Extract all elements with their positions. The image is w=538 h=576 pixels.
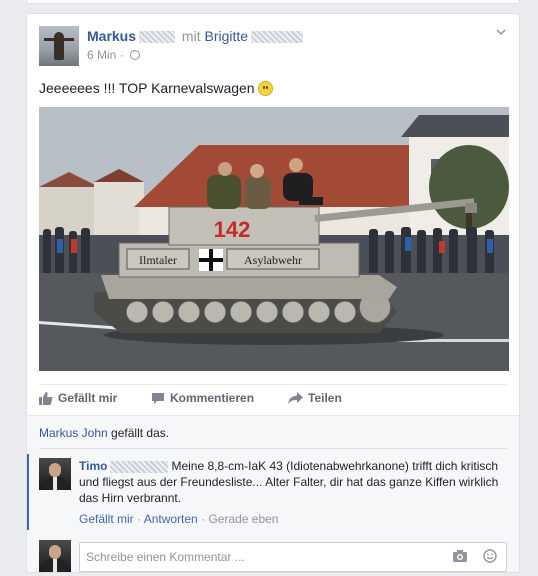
author-name[interactable]: Markus [87,28,136,44]
post-message: Jeeeeees !!! TOP Karnevalswagen [39,80,255,96]
post-text: Jeeeeees !!! TOP Karnevalswagen [39,80,273,97]
share-label: Teilen [308,391,342,405]
comment-like-link[interactable]: Gefällt mir [79,512,134,526]
comment-label: Kommentieren [170,391,255,405]
comment-input[interactable] [79,542,507,572]
comment-item: Timo Meine 8,8-cm-IaK 43 (Idiotenabwehrka… [27,454,507,530]
thumbs-up-icon [39,392,53,406]
avatar-shirt [53,559,57,572]
camera-icon[interactable] [453,550,467,562]
tank-float-photo: Ilmtaler Asylabwehr 142 [39,107,509,371]
post-card: Markus mit Brigitte 6 Min · Jeeeeees !!!… [26,13,520,573]
link-separator-1: · [137,512,142,526]
avatar-face [49,545,61,559]
likes-divider [39,448,507,449]
smiley-emoji [257,80,273,96]
likes-summary: Markus John gefällt das. [39,426,169,440]
link-separator-2: · [201,512,206,526]
comment-icon [152,393,164,405]
current-user-avatar [39,540,71,572]
turret-number: 142 [214,217,251,242]
likes-suffix: gefällt das. [111,426,170,440]
meta-separator: · [119,48,124,62]
comment-time[interactable]: Gerade eben [208,512,278,526]
avatar-arms [44,38,74,41]
avatar-figure [54,32,64,60]
comment-button[interactable]: Kommentieren [151,391,254,405]
redacted-surname [139,31,176,44]
comment-body: Timo Meine 8,8-cm-IaK 43 (Idiotenabwehrka… [79,458,503,506]
post-timestamp[interactable]: 6 Min [87,48,116,62]
commenter-avatar[interactable] [39,458,71,490]
previous-card-edge [26,0,520,4]
globe-icon [130,49,141,60]
hull-left-text: Ilmtaler [139,253,177,267]
chevron-down-icon[interactable] [495,26,507,38]
with-text: mit [181,28,201,44]
liker-name[interactable]: Markus John [39,426,108,440]
reply-row [27,540,507,572]
redacted-friend-surname [251,31,304,44]
hull-right-text: Asylabwehr [244,253,302,267]
post-header: Markus mit Brigitte 6 Min · [39,26,507,68]
avatar-shirt [53,477,57,490]
comment-reply-link[interactable]: Antworten [144,512,198,526]
post-actions: Gefällt mir Kommentieren Teilen [39,384,507,414]
comments-section: Markus John gefällt das. Timo Meine 8,8-c… [27,415,519,572]
comment-links: Gefällt mir · Antworten · Gerade eben [79,512,278,526]
author-avatar[interactable] [39,26,79,66]
avatar-face [49,463,61,477]
tagged-friend[interactable]: Brigitte [204,28,248,44]
emoji-icon[interactable] [483,549,497,563]
like-button[interactable]: Gefällt mir [39,391,118,406]
post-meta: 6 Min · [87,48,141,62]
share-button[interactable]: Teilen [288,391,342,405]
share-icon [288,392,303,405]
comment-author[interactable]: Timo [79,459,107,473]
post-photo[interactable]: Ilmtaler Asylabwehr 142 [39,107,509,371]
like-label: Gefällt mir [58,391,118,405]
author-line: Markus mit Brigitte [87,28,306,44]
redacted-commenter-surname [110,460,169,473]
